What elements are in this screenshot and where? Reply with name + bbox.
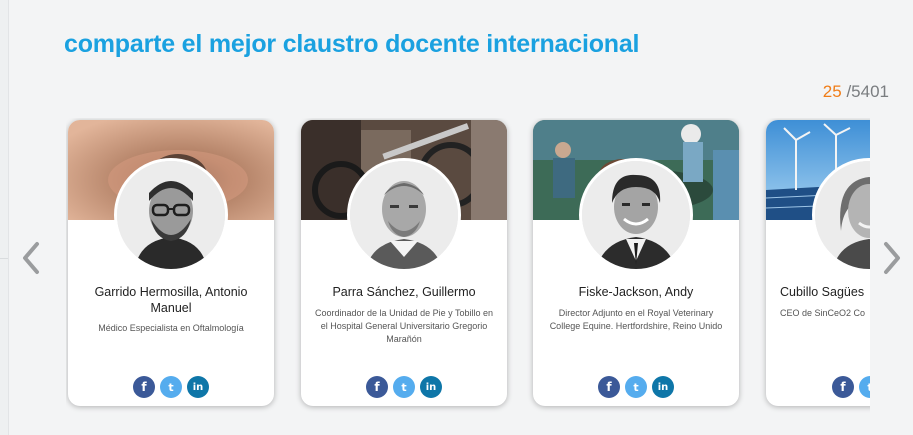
pager-current: 25 — [822, 82, 842, 101]
social-links: f t in — [766, 376, 870, 398]
teacher-carousel: Garrido Hermosilla, Antonio Manuel Médic… — [66, 118, 870, 418]
avatar — [347, 158, 461, 272]
teacher-name[interactable]: Garrido Hermosilla, Antonio Manuel — [78, 284, 264, 316]
twitter-icon[interactable]: t — [393, 376, 415, 398]
teacher-card[interactable]: Garrido Hermosilla, Antonio Manuel Médic… — [68, 120, 274, 406]
heading-prefix: comparte el mejor — [64, 30, 283, 58]
chevron-left-icon — [23, 242, 39, 274]
avatar — [114, 158, 228, 272]
pager-counter: 25 /5401 — [823, 82, 889, 102]
carousel-prev-button[interactable] — [20, 240, 42, 276]
social-links: f t in — [68, 376, 274, 398]
facebook-icon[interactable]: f — [133, 376, 155, 398]
teacher-name[interactable]: Fiske-Jackson, Andy — [543, 284, 729, 300]
social-links: f t in — [533, 376, 739, 398]
teacher-name[interactable]: Parra Sánchez, Guillermo — [311, 284, 497, 300]
teacher-role: Médico Especialista en Oftalmología — [98, 323, 244, 333]
twitter-icon[interactable]: t — [160, 376, 182, 398]
linkedin-icon[interactable]: in — [420, 376, 442, 398]
twitter-icon[interactable]: t — [625, 376, 647, 398]
teacher-role: CEO de SinCeO2 Co — [780, 308, 866, 318]
chevron-right-icon — [884, 242, 900, 274]
teacher-role: Coordinador de la Unidad de Pie y Tobill… — [315, 308, 493, 344]
social-links: f t in — [301, 376, 507, 398]
teacher-card[interactable]: Cubillo Sagües CEO de SinCeO2 Co f t in — [766, 120, 870, 406]
linkedin-icon[interactable]: in — [652, 376, 674, 398]
linkedin-icon[interactable]: in — [187, 376, 209, 398]
facebook-icon[interactable]: f — [598, 376, 620, 398]
teacher-role: Director Adjunto en el Royal Veterinary … — [549, 308, 723, 331]
section-heading: comparte el mejor claustro docente inter… — [64, 30, 639, 59]
teacher-card[interactable]: Parra Sánchez, Guillermo Coordinador de … — [301, 120, 507, 406]
carousel-next-button[interactable] — [881, 240, 903, 276]
teacher-name[interactable]: Cubillo Sagües — [780, 284, 864, 300]
pager-total: /5401 — [846, 82, 889, 101]
heading-bold: claustro docente internacional — [282, 30, 640, 58]
divider — [0, 258, 8, 259]
facebook-icon[interactable]: f — [832, 376, 854, 398]
teacher-card[interactable]: Fiske-Jackson, Andy Director Adjunto en … — [533, 120, 739, 406]
avatar — [579, 158, 693, 272]
facebook-icon[interactable]: f — [366, 376, 388, 398]
twitter-icon[interactable]: t — [859, 376, 870, 398]
